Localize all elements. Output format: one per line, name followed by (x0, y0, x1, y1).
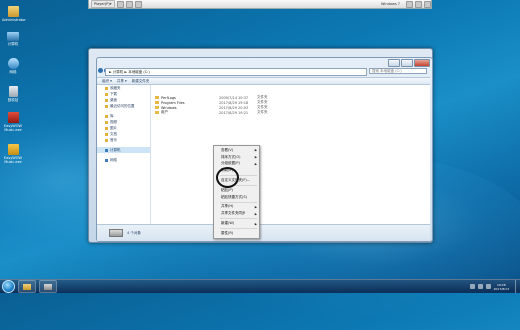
folder-icon (105, 138, 108, 142)
submenu-arrow-icon: ▶ (254, 155, 257, 160)
usb-icon[interactable] (406, 0, 413, 8)
computer-icon (105, 148, 108, 152)
menu-item-label: 新建(W) (221, 221, 235, 226)
close-button[interactable] (414, 59, 430, 67)
status-text: 4 个对象 (127, 230, 141, 235)
menu-item-label: 排序方式(O) (221, 154, 241, 159)
context-menu-item[interactable]: 共享(H) ▶ (214, 204, 259, 211)
folder-icon (105, 104, 108, 108)
nav-item-network[interactable]: 网络 (97, 157, 150, 163)
menu-item-label: 粘贴(P) (221, 187, 233, 192)
clock[interactable]: 19:28 2017/8/13 (494, 283, 509, 291)
library-icon (105, 114, 108, 118)
folder-icon (155, 101, 159, 104)
navigation-pane: 收藏夹 下载 桌面 最近访问的位置 库 视频 图片 文档 音乐 计算机 网络 (97, 85, 151, 225)
taskbar-vmware-button[interactable] (39, 280, 57, 293)
vm-toolbar: Player(P) ▾ Windows 7 (88, 0, 432, 9)
system-tray: 19:28 2017/8/13 (469, 280, 520, 293)
user-folder-icon (7, 6, 19, 17)
address-path: ► 计算机 ► 本地磁盘 (C:) (109, 69, 150, 74)
desktop-icon-exe-2[interactable]: EasyWOW Music.exe (2, 144, 24, 164)
exe-icon (7, 144, 19, 155)
folder-icon (105, 132, 108, 136)
menu-separator (220, 227, 257, 229)
desktop-icon-exe-1[interactable]: EasyWOW Music.exe (2, 112, 24, 132)
context-menu-item[interactable]: 排序方式(O) ▶ (214, 154, 259, 161)
share-button[interactable]: 共享 ▾ (117, 79, 127, 84)
vm-guest-title: Windows 7 (381, 2, 400, 6)
folder-icon (105, 98, 108, 102)
network-icon (105, 158, 108, 162)
desktop-icon-user[interactable]: Administrator (2, 6, 26, 22)
menu-item-label: 属性(R) (221, 230, 234, 235)
organize-button[interactable]: 组织 ▾ (102, 79, 112, 84)
submenu-arrow-icon: ▶ (254, 148, 257, 153)
command-bar: 组织 ▾ 共享 ▾ 新建文件夹 (97, 77, 430, 85)
drive-icon (109, 229, 123, 237)
explorer-icon (23, 283, 31, 290)
power-icon[interactable] (424, 0, 431, 8)
taskbar-explorer-button[interactable] (18, 280, 36, 293)
submenu-arrow-icon: ▶ (254, 204, 257, 209)
taskbar: 19:28 2017/8/13 (0, 279, 520, 293)
clock-date: 2017/8/13 (493, 286, 509, 291)
recycle-bin-icon (8, 86, 18, 97)
menu-separator (220, 218, 257, 220)
menu-item-label: 查看(V) (221, 147, 234, 152)
annotation-circle (216, 167, 239, 188)
desktop-icon-network[interactable]: 网络 (2, 58, 24, 75)
exe-icon (7, 112, 19, 123)
menu-item-label: 共享(H) (221, 204, 234, 209)
show-desktop-button[interactable] (515, 280, 520, 293)
file-row[interactable]: 用户 2017/8/29 19:21 文件夹 (151, 110, 430, 115)
address-bar[interactable]: ► 计算机 ► 本地磁盘 (C:) (105, 68, 367, 76)
desktop-icon-computer[interactable]: 计算机 (2, 32, 24, 47)
context-menu-item[interactable]: 共享文件夹同步 ▶ (214, 210, 259, 217)
submenu-arrow-icon: ▶ (254, 161, 257, 166)
folder-icon (155, 106, 159, 109)
context-menu-item[interactable]: 新建(W) ▶ (214, 220, 259, 227)
context-menu: 查看(V) ▶ 排序方式(O) ▶ 分组依据(P) ▶ 刷新(E) 自定义文件夹(F)... 粘… (213, 145, 260, 239)
context-menu-item[interactable]: 属性(R) (214, 230, 259, 237)
star-icon (105, 86, 108, 90)
desktop-icon-recycle-bin[interactable]: 回收站 (2, 86, 24, 103)
submenu-arrow-icon: ▶ (254, 221, 257, 226)
back-button[interactable] (98, 68, 103, 73)
folder-icon (105, 120, 108, 124)
computer-icon (7, 32, 19, 41)
fullscreen-icon[interactable] (134, 0, 142, 8)
start-button[interactable] (2, 280, 15, 293)
window-controls (387, 59, 430, 67)
network-tray-icon[interactable] (477, 284, 483, 289)
context-menu-item[interactable]: 粘贴(P) (214, 187, 259, 194)
maximize-button[interactable] (401, 59, 413, 67)
pause-icon[interactable] (116, 0, 124, 8)
folder-icon (155, 96, 159, 99)
send-keys-icon[interactable] (125, 0, 133, 8)
explorer-window: ► 计算机 ► 本地磁盘 (C:) 搜索 本地磁盘 (C:) 组织 ▾ 共享 ▾… (96, 57, 433, 242)
context-menu-item[interactable]: 粘贴快捷方式(S) (214, 194, 259, 201)
file-list: PerfLogs 2009/7/14 10:37 文件夹 Program Files… (151, 85, 430, 225)
volume-icon[interactable] (485, 284, 491, 289)
context-menu-item[interactable]: 分组依据(P) ▶ (214, 161, 259, 168)
menu-item-label: 共享文件夹同步 (221, 211, 246, 216)
folder-icon (105, 92, 108, 96)
player-menu-button[interactable]: Player(P) ▾ (91, 0, 115, 8)
folder-icon (155, 111, 159, 114)
menu-item-label: 分组依据(P) (221, 161, 240, 166)
folder-icon (105, 126, 108, 130)
settings-icon[interactable] (415, 0, 422, 8)
player-label: Player(P) (94, 2, 110, 6)
status-bar: 4 个对象 (97, 224, 430, 241)
menu-separator (220, 201, 257, 203)
submenu-arrow-icon: ▶ (254, 211, 257, 216)
search-input[interactable]: 搜索 本地磁盘 (C:) (369, 68, 427, 74)
vmware-icon (44, 283, 52, 290)
menu-item-label: 粘贴快捷方式(S) (221, 194, 247, 199)
minimize-button[interactable] (388, 59, 400, 67)
context-menu-item[interactable]: 查看(V) ▶ (214, 147, 259, 154)
network-icon (7, 58, 19, 69)
flag-icon[interactable] (469, 284, 475, 289)
new-folder-button[interactable]: 新建文件夹 (132, 79, 150, 84)
